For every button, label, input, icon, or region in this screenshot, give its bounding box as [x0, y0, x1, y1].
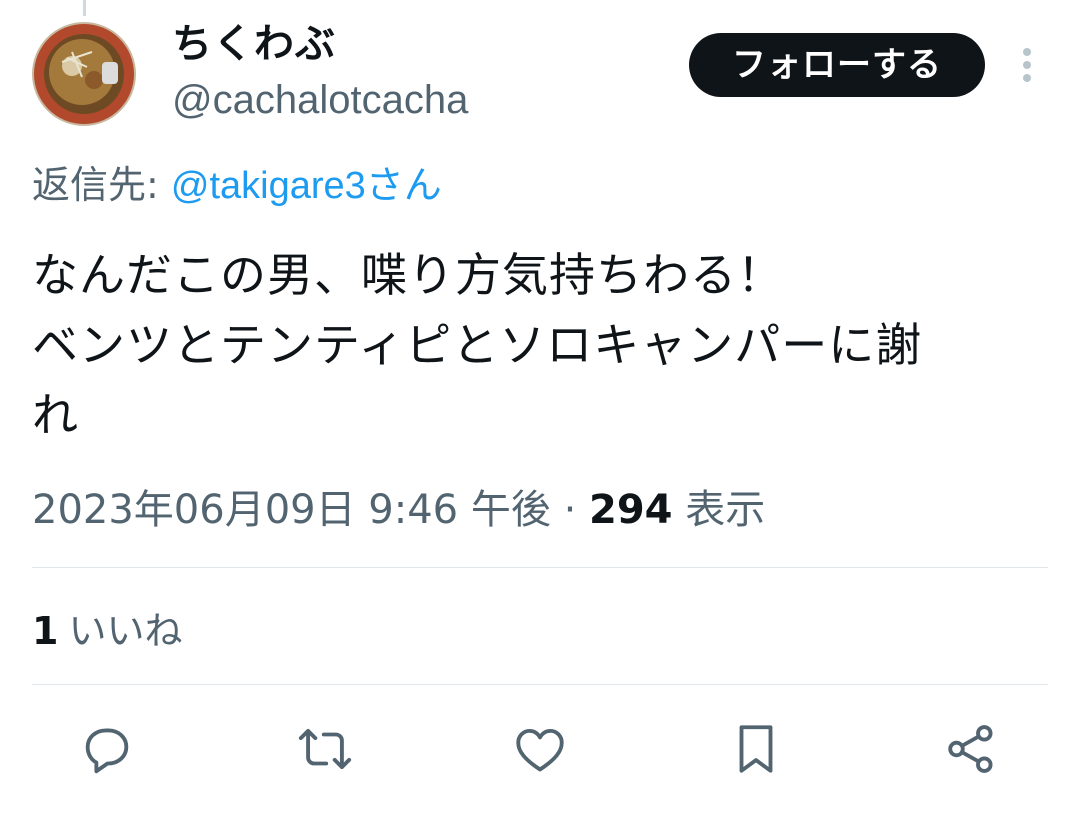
thread-connector-line [83, 0, 86, 16]
meta-separator: · [550, 487, 590, 533]
author-handle[interactable]: @cachalotcacha [172, 76, 468, 124]
divider [32, 567, 1048, 568]
bookmark-icon[interactable] [727, 720, 785, 778]
like-icon[interactable] [511, 720, 569, 778]
avatar[interactable] [32, 22, 136, 126]
more-options-icon[interactable] [1012, 44, 1042, 84]
tweet-meta: 2023年06月09日 9:46 午後 · 294 表示 [32, 484, 765, 536]
likes-label: いいね [68, 609, 183, 653]
reply-to-prefix: 返信先: [32, 163, 171, 207]
views-count: 294 [589, 487, 673, 533]
tweet-text-line: れ [32, 388, 79, 442]
divider [32, 684, 1048, 685]
share-icon[interactable] [942, 720, 1000, 778]
retweet-icon[interactable] [296, 720, 354, 778]
reply-to-line: 返信先: @takigare3さん [32, 160, 442, 211]
likes-stat[interactable]: 1 いいね [32, 606, 182, 656]
tweet-text: なんだこの男、喋り方気持ちわる！ ベンツとテンティピとソロキャンパーに謝 れ [32, 240, 1048, 450]
tweet-timestamp[interactable]: 2023年06月09日 9:46 午後 [32, 487, 551, 533]
tweet-text-line: ベンツとテンティピとソロキャンパーに謝 [32, 318, 923, 372]
likes-count: 1 [32, 609, 59, 653]
reply-icon[interactable] [78, 720, 136, 778]
author-display-name[interactable]: ちくわぶ [172, 20, 336, 68]
views-label: 表示 [672, 487, 766, 533]
reply-to-mention-link[interactable]: @takigare3さん [171, 165, 442, 207]
follow-button[interactable]: フォローする [689, 33, 985, 97]
tweet-text-line: なんだこの男、喋り方気持ちわる！ [32, 248, 784, 302]
